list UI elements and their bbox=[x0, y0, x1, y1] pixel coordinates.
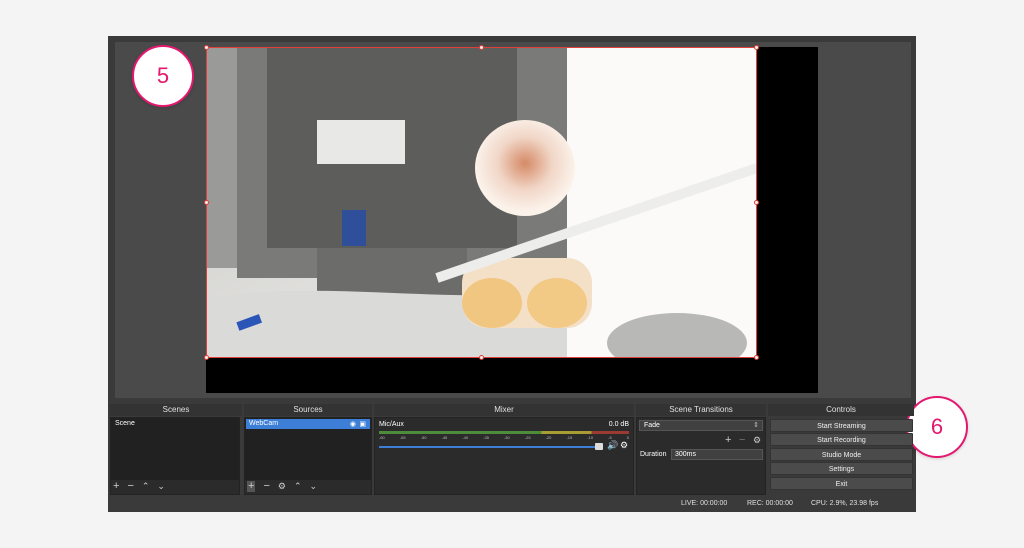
gear-icon[interactable]: ⚙ bbox=[278, 481, 286, 492]
scene-item[interactable]: Scene bbox=[111, 418, 239, 429]
down-arrow-icon[interactable]: ⌄ bbox=[157, 481, 165, 492]
plus-icon[interactable]: + bbox=[247, 481, 256, 492]
resize-handle[interactable] bbox=[754, 45, 759, 50]
rec-status: REC: 00:00:00 bbox=[747, 500, 793, 507]
volume-slider[interactable] bbox=[379, 446, 597, 448]
meter-ticks: -60 -55 -50 -45 -40 -35 -30 -25 -20 -15 -10 -5 0 bbox=[379, 435, 629, 440]
webcam-image bbox=[207, 48, 756, 357]
scenes-list: Scene bbox=[111, 418, 239, 480]
cpu-status: CPU: 2.9%, 23.98 fps bbox=[811, 500, 879, 507]
sources-header: Sources bbox=[244, 404, 372, 416]
scenes-header: Scenes bbox=[110, 404, 242, 416]
duration-value: 300ms bbox=[675, 451, 697, 458]
mixer-track-name: Mic/Aux bbox=[379, 421, 404, 428]
settings-button[interactable]: Settings bbox=[770, 462, 913, 475]
duration-label: Duration bbox=[640, 451, 667, 458]
transitions-header: Scene Transitions bbox=[636, 404, 766, 416]
callout-6: 6 bbox=[906, 396, 968, 458]
resize-handle[interactable] bbox=[754, 355, 759, 360]
resize-handle[interactable] bbox=[204, 45, 209, 50]
resize-handle[interactable] bbox=[204, 200, 209, 205]
resize-handle[interactable] bbox=[479, 355, 484, 360]
plus-icon[interactable]: + bbox=[725, 434, 731, 446]
gear-icon[interactable]: ⚙ bbox=[620, 440, 628, 451]
gear-icon[interactable]: ⚙ bbox=[753, 435, 761, 446]
minus-icon[interactable]: − bbox=[127, 481, 133, 492]
studio-mode-button[interactable]: Studio Mode bbox=[770, 448, 913, 461]
resize-handle[interactable] bbox=[204, 355, 209, 360]
chevron-down-icon: ⇕ bbox=[753, 422, 759, 429]
down-arrow-icon[interactable]: ⌄ bbox=[310, 481, 318, 492]
minus-icon[interactable]: − bbox=[739, 434, 745, 446]
callout-5: 5 bbox=[132, 45, 194, 107]
transition-value: Fade bbox=[644, 422, 660, 429]
eye-icon[interactable]: ◉ bbox=[350, 420, 356, 428]
sources-toolbar: + − ⚙ ⌃ ⌄ bbox=[247, 480, 317, 493]
start-recording-button[interactable]: Start Recording bbox=[770, 433, 913, 446]
transition-select[interactable]: Fade ⇕ bbox=[639, 420, 763, 431]
mixer-level: 0.0 dB bbox=[608, 421, 629, 428]
minus-icon[interactable]: − bbox=[263, 481, 269, 492]
sources-list: WebCam ◉ ▣ bbox=[245, 418, 371, 480]
live-status: LIVE: 00:00:00 bbox=[681, 500, 728, 507]
volume-meter bbox=[379, 431, 629, 434]
resize-handle[interactable] bbox=[479, 45, 484, 50]
volume-slider-handle[interactable] bbox=[595, 443, 603, 450]
mixer-dock: Mic/Aux 0.0 dB -60 -55 -50 -45 -40 -35 -30 -2… bbox=[374, 417, 634, 495]
plus-icon[interactable]: + bbox=[113, 481, 119, 492]
resize-handle[interactable] bbox=[754, 200, 759, 205]
webcam-source[interactable] bbox=[206, 47, 757, 358]
up-arrow-icon[interactable]: ⌃ bbox=[294, 481, 302, 492]
lock-icon[interactable]: ▣ bbox=[359, 420, 366, 428]
up-arrow-icon[interactable]: ⌃ bbox=[142, 481, 150, 492]
start-streaming-button[interactable]: Start Streaming bbox=[770, 419, 913, 432]
controls-header: Controls bbox=[768, 404, 914, 416]
scenes-toolbar: + − ⌃ ⌄ bbox=[113, 480, 165, 493]
source-item-webcam[interactable]: WebCam ◉ ▣ bbox=[246, 419, 370, 429]
exit-button[interactable]: Exit bbox=[770, 477, 913, 490]
speaker-icon[interactable]: 🔊 bbox=[607, 440, 618, 451]
transitions-dock: Fade ⇕ + − ⚙ Duration 300ms bbox=[636, 417, 766, 495]
source-label: WebCam bbox=[249, 420, 279, 427]
mixer-header: Mixer bbox=[374, 404, 634, 416]
duration-input[interactable]: 300ms bbox=[671, 449, 763, 460]
